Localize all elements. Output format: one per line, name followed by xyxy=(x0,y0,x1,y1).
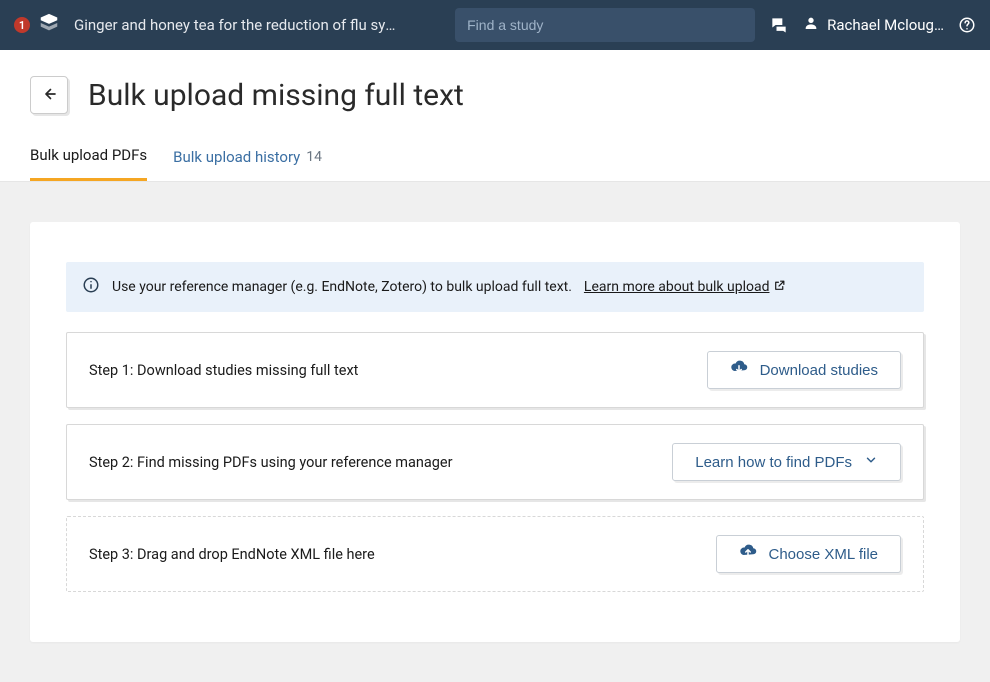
step-2-text: Step 2: Find missing PDFs using your ref… xyxy=(89,454,453,471)
learn-more-link[interactable]: Learn more about bulk upload xyxy=(584,279,787,296)
main-card: Use your reference manager (e.g. EndNote… xyxy=(30,222,960,642)
search-input[interactable] xyxy=(455,8,755,42)
arrow-left-icon xyxy=(40,85,58,106)
app-logo-icon[interactable] xyxy=(38,12,60,38)
study-title[interactable]: Ginger and honey tea for the reduction o… xyxy=(74,16,404,34)
link-text: Learn more about bulk upload xyxy=(584,279,770,295)
download-studies-button[interactable]: Download studies xyxy=(707,351,901,389)
search-container xyxy=(455,8,755,42)
step-3-row[interactable]: Step 3: Drag and drop EndNote XML file h… xyxy=(66,516,924,592)
button-label: Learn how to find PDFs xyxy=(695,454,852,471)
tab-label: Bulk upload PDFs xyxy=(30,146,147,164)
tab-label: Bulk upload history xyxy=(173,148,300,166)
tab-bulk-upload-history[interactable]: Bulk upload history 14 xyxy=(173,136,322,180)
chat-icon[interactable] xyxy=(769,15,789,35)
page-header: Bulk upload missing full text Bulk uploa… xyxy=(0,50,990,182)
button-label: Download studies xyxy=(760,362,878,379)
help-icon[interactable] xyxy=(958,16,976,34)
info-icon xyxy=(82,276,100,298)
tab-bulk-upload-pdfs[interactable]: Bulk upload PDFs xyxy=(30,134,147,181)
user-icon xyxy=(803,15,819,35)
learn-how-button[interactable]: Learn how to find PDFs xyxy=(672,443,901,481)
external-link-icon xyxy=(773,279,786,296)
notification-badge[interactable]: 1 xyxy=(14,17,30,33)
navbar-right: Rachael Mcloug… xyxy=(769,15,976,35)
page-title: Bulk upload missing full text xyxy=(88,78,464,113)
top-navbar: 1 Ginger and honey tea for the reduction… xyxy=(0,0,990,50)
back-button[interactable] xyxy=(30,76,68,114)
navbar-left: 1 Ginger and honey tea for the reduction… xyxy=(14,12,441,38)
tab-count: 14 xyxy=(306,149,322,165)
main-area: Use your reference manager (e.g. EndNote… xyxy=(0,182,990,682)
cloud-download-icon xyxy=(730,359,748,381)
chevron-down-icon xyxy=(864,453,878,471)
info-banner-text: Use your reference manager (e.g. EndNote… xyxy=(112,279,572,295)
cloud-upload-icon xyxy=(739,543,757,565)
step-3-text: Step 3: Drag and drop EndNote XML file h… xyxy=(89,546,375,563)
step-1-row: Step 1: Download studies missing full te… xyxy=(66,332,924,408)
user-name-label: Rachael Mcloug… xyxy=(827,16,944,34)
button-label: Choose XML file xyxy=(769,546,879,563)
info-banner: Use your reference manager (e.g. EndNote… xyxy=(66,262,924,312)
user-menu[interactable]: Rachael Mcloug… xyxy=(803,15,944,35)
choose-xml-button[interactable]: Choose XML file xyxy=(716,535,902,573)
header-top: Bulk upload missing full text xyxy=(0,50,990,134)
step-1-text: Step 1: Download studies missing full te… xyxy=(89,362,358,379)
step-2-row: Step 2: Find missing PDFs using your ref… xyxy=(66,424,924,500)
tabbar: Bulk upload PDFs Bulk upload history 14 xyxy=(0,134,990,181)
